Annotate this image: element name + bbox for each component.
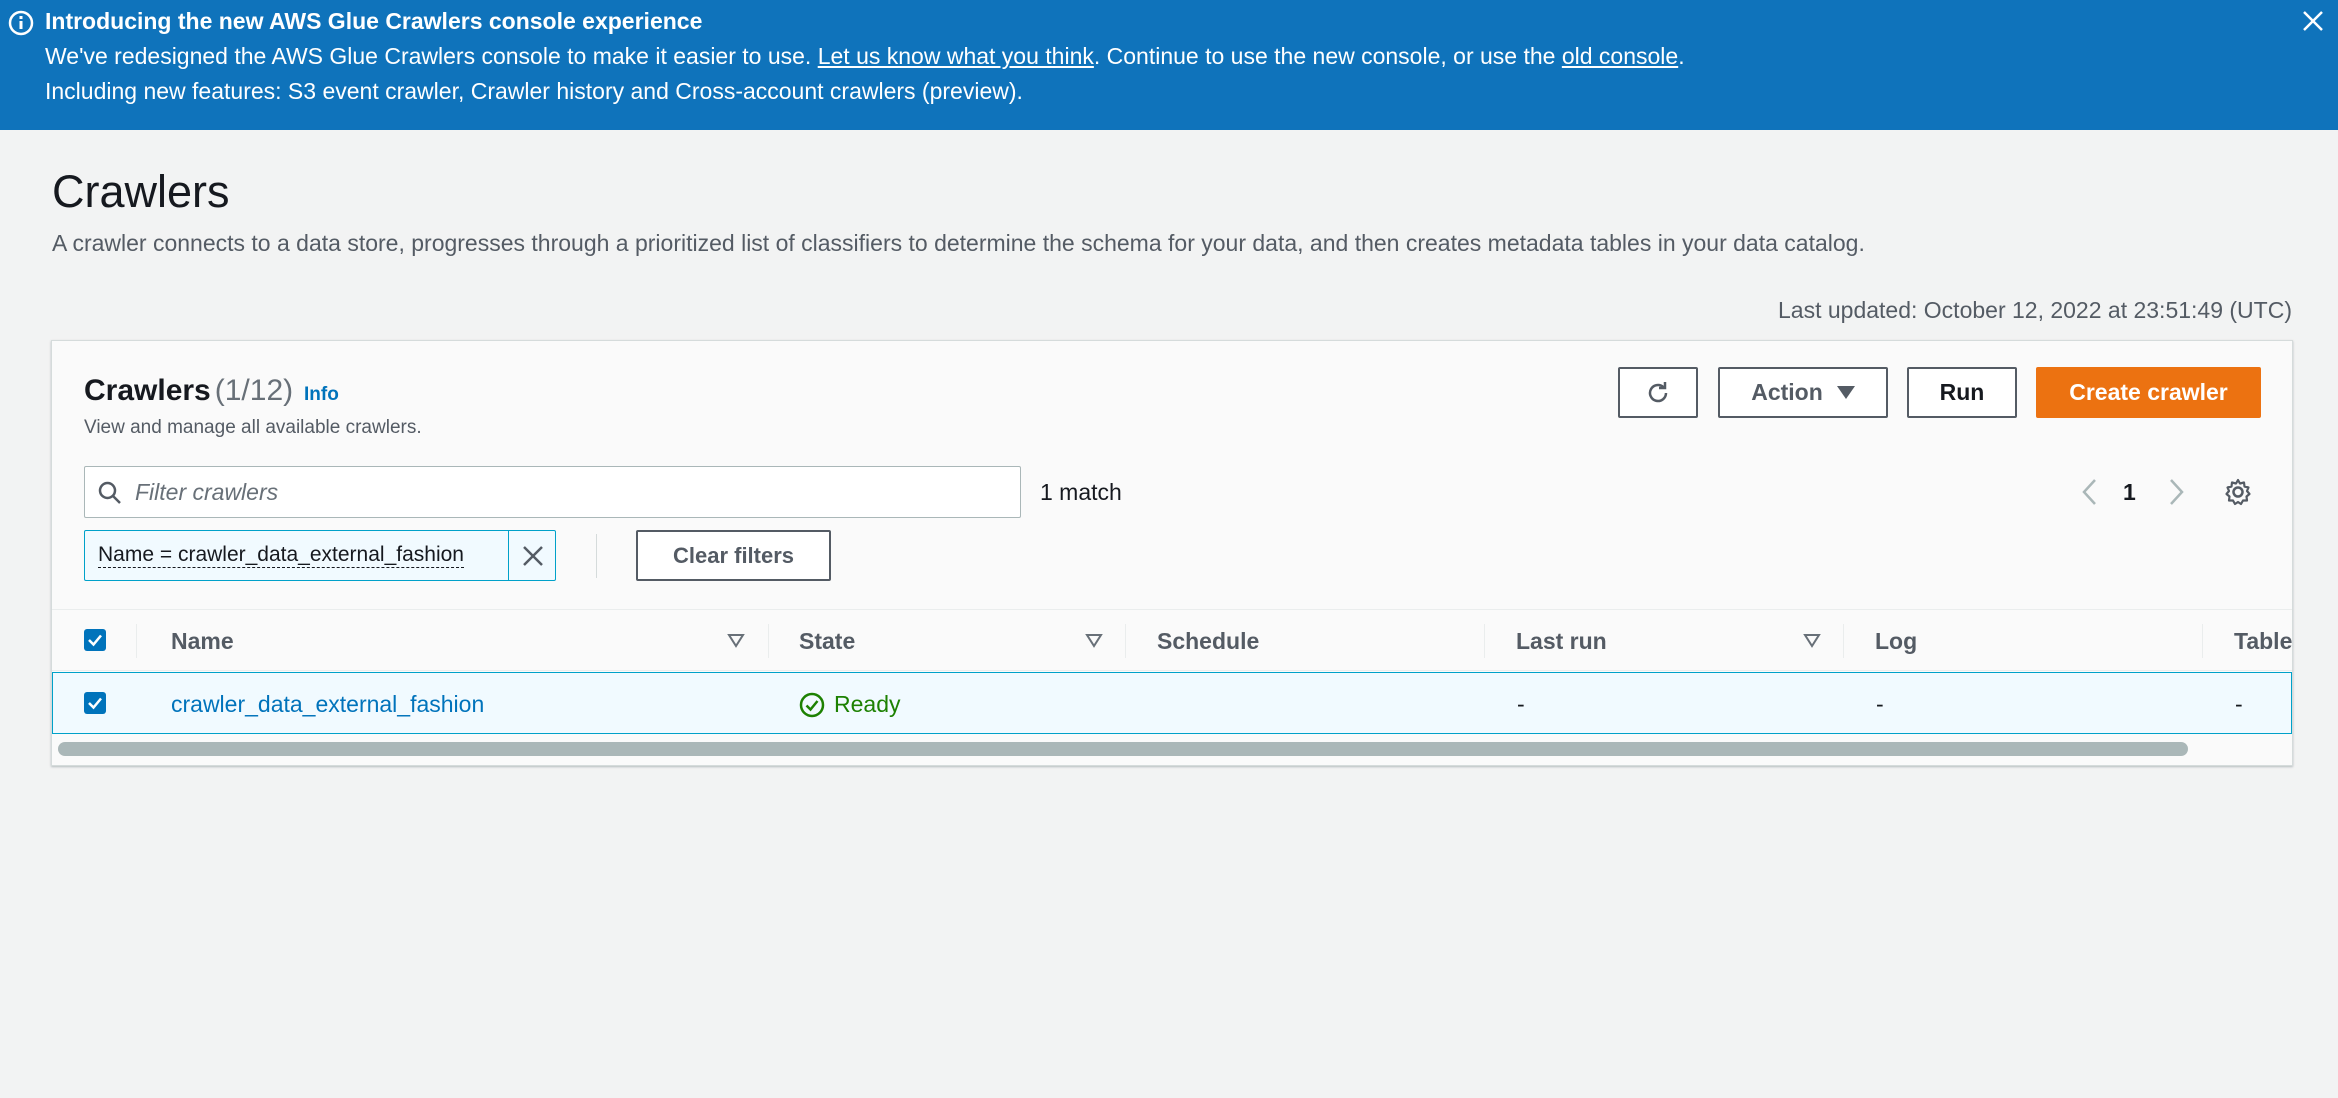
page-description: A crawler connects to a data store, prog… <box>52 230 1865 256</box>
page-number[interactable]: 1 <box>2123 479 2136 506</box>
banner-title: Introducing the new AWS Glue Crawlers co… <box>45 8 703 34</box>
last-updated: Last updated: October 12, 2022 at 23:51:… <box>1778 297 2292 323</box>
info-banner: Introducing the new AWS Glue Crawlers co… <box>0 0 2338 130</box>
remove-filter-icon[interactable] <box>520 543 546 569</box>
column-header-log: Log <box>1875 628 1918 654</box>
info-link[interactable]: Info <box>304 384 339 406</box>
close-icon[interactable] <box>2298 6 2328 36</box>
column-header-table: Table <box>2234 628 2293 654</box>
old-console-link[interactable]: old console <box>1562 43 1678 69</box>
container-subtitle: View and manage all available crawlers. <box>84 417 422 438</box>
row-checkbox[interactable] <box>84 692 106 714</box>
last-run-cell: - <box>1517 691 1525 717</box>
column-divider <box>1484 624 1485 658</box>
chevron-left-icon[interactable] <box>2075 476 2105 508</box>
sort-icon[interactable] <box>1803 633 1821 649</box>
table-row[interactable]: crawler_data_external_fashion Ready - - … <box>52 672 2292 734</box>
column-header-name[interactable]: Name <box>171 628 234 655</box>
gear-icon[interactable] <box>2223 477 2253 507</box>
column-divider <box>1125 624 1126 658</box>
create-crawler-button[interactable]: Create crawler <box>2036 367 2261 418</box>
column-divider <box>768 624 769 658</box>
column-header-state[interactable]: State <box>799 628 855 655</box>
feedback-link[interactable]: Let us know what you think <box>818 43 1094 69</box>
state-ready: Ready <box>834 691 901 717</box>
column-divider <box>2202 624 2203 658</box>
crawler-name-link[interactable]: crawler_data_external_fashion <box>171 691 484 718</box>
log-cell: - <box>1876 691 1884 717</box>
selection-count: (1/12) <box>214 374 294 407</box>
sort-icon[interactable] <box>1085 633 1103 649</box>
filter-token-label[interactable]: Name = crawler_data_external_fashion <box>98 543 464 568</box>
column-divider <box>136 624 137 658</box>
token-divider <box>508 531 509 580</box>
table-header: Name State Schedule Last run Log Table <box>52 609 2292 671</box>
checkmark-icon <box>88 697 102 710</box>
sort-icon[interactable] <box>727 633 745 649</box>
filter-input[interactable] <box>135 475 1005 509</box>
page-title: Crawlers <box>52 166 230 217</box>
search-icon <box>98 481 121 504</box>
filter-field[interactable] <box>84 466 1021 518</box>
checkmark-icon <box>88 634 102 647</box>
filter-token: Name = crawler_data_external_fashion <box>84 530 556 581</box>
run-button[interactable]: Run <box>1907 367 2017 418</box>
info-icon <box>8 10 34 36</box>
column-divider <box>1843 624 1844 658</box>
horizontal-scrollbar[interactable] <box>58 742 2188 756</box>
container-title: Crawlers (1/12) <box>84 374 294 407</box>
banner-message: We've redesigned the AWS Glue Crawlers c… <box>45 43 1685 69</box>
select-all-checkbox[interactable] <box>84 629 106 651</box>
success-check-icon <box>799 692 825 718</box>
caret-down-icon <box>1836 386 1855 399</box>
refresh-icon <box>1648 381 1668 402</box>
chevron-right-icon[interactable] <box>2161 476 2191 508</box>
refresh-button[interactable] <box>1618 367 1698 418</box>
banner-features: Including new features: S3 event crawler… <box>45 78 1023 104</box>
table-cell: - <box>2235 691 2243 717</box>
action-dropdown[interactable]: Action <box>1718 367 1888 418</box>
column-header-last-run[interactable]: Last run <box>1516 628 1607 655</box>
match-count: 1 match <box>1040 479 1122 505</box>
divider <box>596 534 597 578</box>
crawlers-table-container: Crawlers (1/12) Info View and manage all … <box>51 340 2293 766</box>
clear-filters-button[interactable]: Clear filters <box>636 530 831 581</box>
column-header-schedule: Schedule <box>1157 628 1260 654</box>
